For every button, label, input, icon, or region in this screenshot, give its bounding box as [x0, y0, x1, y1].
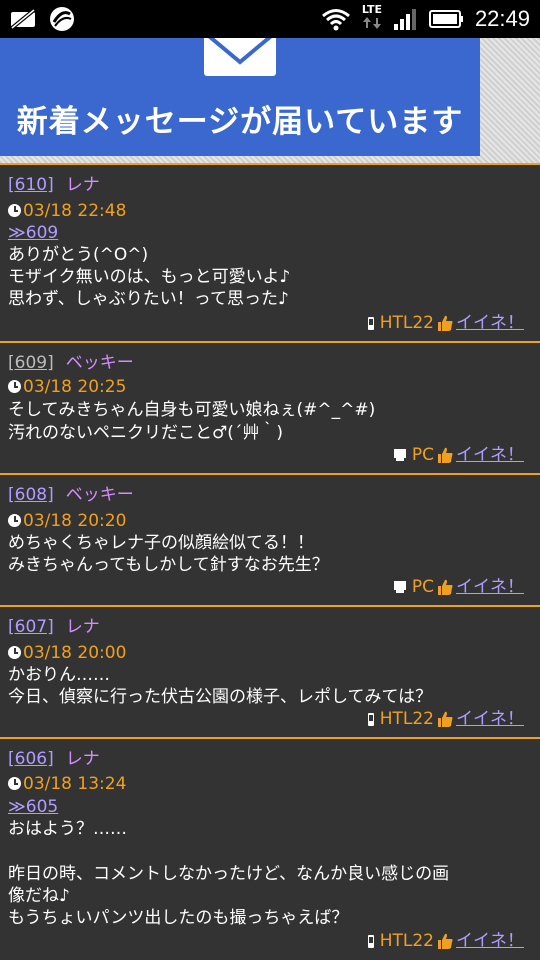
clock-icon	[8, 204, 21, 217]
author-name: レナ	[65, 617, 100, 637]
post-body-line: 今日、偵察に行った伏古公園の様子、レポしてみては？	[8, 687, 433, 707]
post-date-line: 03/18 20:00	[8, 642, 126, 664]
post-datetime: 03/18 22:48	[23, 201, 127, 221]
post-608: [608] ベッキー 03/18 20:20 めちゃくちゃレナ子の似顔絵似てる！！…	[0, 475, 540, 605]
device-label: HTL22	[379, 931, 434, 951]
banner-title: 新着メッセージが届いています	[16, 104, 464, 140]
envelope-icon	[204, 38, 276, 76]
author-name: レナ	[65, 175, 100, 195]
post-footer: HTL22 イイネ！	[367, 708, 524, 730]
post-body-line: 像だね♪	[8, 886, 70, 906]
like-link[interactable]: イイネ！	[456, 444, 524, 466]
clock-icon	[8, 646, 21, 659]
post-body-line: みきちゃんってもしかして針すなお先生？	[8, 555, 329, 575]
post-date-line: 03/18 20:25	[8, 376, 126, 398]
author-name: ベッキー	[65, 485, 134, 505]
post-body-line: 思わず、しゃぶりたい！って思った♪	[8, 289, 289, 309]
clock-icon	[8, 777, 21, 790]
post-607: [607] レナ 03/18 20:00 かおりん…… 今日、偵察に行った伏古公園…	[0, 607, 540, 737]
wifi-icon	[321, 9, 350, 31]
post-datetime: 03/18 20:20	[23, 511, 127, 531]
thumbs-up-icon[interactable]	[436, 710, 454, 728]
post-body-line: ありがとう(^O^)	[8, 245, 149, 265]
post-body-line: おはよう？……	[8, 819, 127, 839]
clock-icon	[8, 514, 21, 527]
post-body-line: かおりん……	[8, 665, 110, 685]
post-datetime: 03/18 20:00	[23, 643, 127, 663]
post-header: [610] レナ	[8, 174, 100, 196]
mobile-phone-icon	[367, 712, 374, 726]
pc-icon	[393, 449, 406, 461]
post-date-line: 03/18 22:48	[8, 200, 126, 222]
new-message-banner[interactable]: 新着メッセージが届いています	[0, 38, 480, 156]
post-date-line: 03/18 20:20	[8, 510, 126, 532]
clock-time: 22:49	[474, 6, 530, 31]
post-number-link[interactable]: [606]	[8, 749, 54, 769]
thumbs-up-icon[interactable]	[436, 446, 454, 464]
post-header: [607] レナ	[8, 616, 100, 638]
post-body-line: モザイク無いのは、もっと可愛いよ♪	[8, 267, 291, 287]
post-datetime: 03/18 20:25	[23, 377, 127, 397]
network-type: LTE	[361, 3, 383, 16]
thumbs-up-icon[interactable]	[436, 314, 454, 332]
post-footer: HTL22 イイネ！	[367, 312, 524, 334]
mobile-phone-icon	[367, 316, 374, 330]
post-610: [610] レナ 03/18 22:48 ≫609 ありがとう(^O^) モザイク…	[0, 165, 540, 341]
post-datetime: 03/18 13:24	[23, 774, 127, 794]
battery-icon	[428, 10, 463, 28]
post-body-line: 昨日の時、コメントしなかったけど、なんか良い感じの画	[8, 864, 450, 884]
signal-icon	[393, 9, 416, 30]
post-number-link[interactable]: [607]	[8, 617, 54, 637]
banner-area: 新着メッセージが届いています	[0, 38, 540, 163]
post-number-link[interactable]: [610]	[8, 175, 54, 195]
no-sim-icon	[10, 8, 36, 30]
thumbs-up-icon[interactable]	[436, 932, 454, 950]
reply-link[interactable]: ≫609	[8, 223, 58, 243]
post-header: [609] ベッキー	[8, 352, 134, 374]
post-header: [606] レナ	[8, 748, 100, 770]
post-footer: PC イイネ！	[393, 576, 524, 598]
post-body-line: そしてみきちゃん自身も可愛い娘ねぇ(#^_^#)	[8, 400, 376, 420]
like-link[interactable]: イイネ！	[456, 708, 524, 730]
author-name: レナ	[65, 749, 100, 769]
device-label: PC	[411, 445, 434, 465]
post-header: [608] ベッキー	[8, 484, 134, 506]
status-bar-left	[8, 5, 76, 33]
device-label: HTL22	[379, 709, 434, 729]
like-link[interactable]: イイネ！	[456, 312, 524, 334]
app-notification-icon	[50, 7, 74, 31]
post-footer: HTL22 イイネ！	[367, 930, 524, 952]
post-date-line: 03/18 13:24	[8, 773, 126, 795]
like-link[interactable]: イイネ！	[456, 930, 524, 952]
reply-line: ≫609	[8, 222, 58, 244]
pc-icon	[393, 581, 406, 593]
reply-link[interactable]: ≫605	[8, 797, 58, 817]
lte-icon: LTE	[361, 4, 383, 34]
clock-icon	[8, 380, 21, 393]
post-606: [606] レナ 03/18 13:24 ≫605 おはよう？…… 昨日の時、コメ…	[0, 739, 540, 960]
post-609: [609] ベッキー 03/18 20:25 そしてみきちゃん自身も可愛い娘ねぇ(…	[0, 343, 540, 473]
device-label: PC	[411, 577, 434, 597]
post-number-link[interactable]: [608]	[8, 485, 54, 505]
status-bar-right: LTE 22:49	[321, 4, 530, 34]
post-number-link[interactable]: [609]	[8, 353, 54, 373]
status-bar: LTE 22:49	[0, 0, 540, 38]
reply-line: ≫605	[8, 796, 58, 818]
post-body-line: めちゃくちゃレナ子の似顔絵似てる！！	[8, 533, 314, 553]
post-body-line: もうちょいパンツ出したのも撮っちゃえば？	[8, 908, 349, 928]
post-body-line: 汚れのないペニクリだこと♂(´艸｀)	[8, 423, 284, 443]
post-footer: PC イイネ！	[393, 444, 524, 466]
author-name: ベッキー	[65, 353, 134, 373]
mobile-phone-icon	[367, 934, 374, 948]
like-link[interactable]: イイネ！	[456, 576, 524, 598]
device-label: HTL22	[379, 313, 434, 333]
thumbs-up-icon[interactable]	[436, 578, 454, 596]
